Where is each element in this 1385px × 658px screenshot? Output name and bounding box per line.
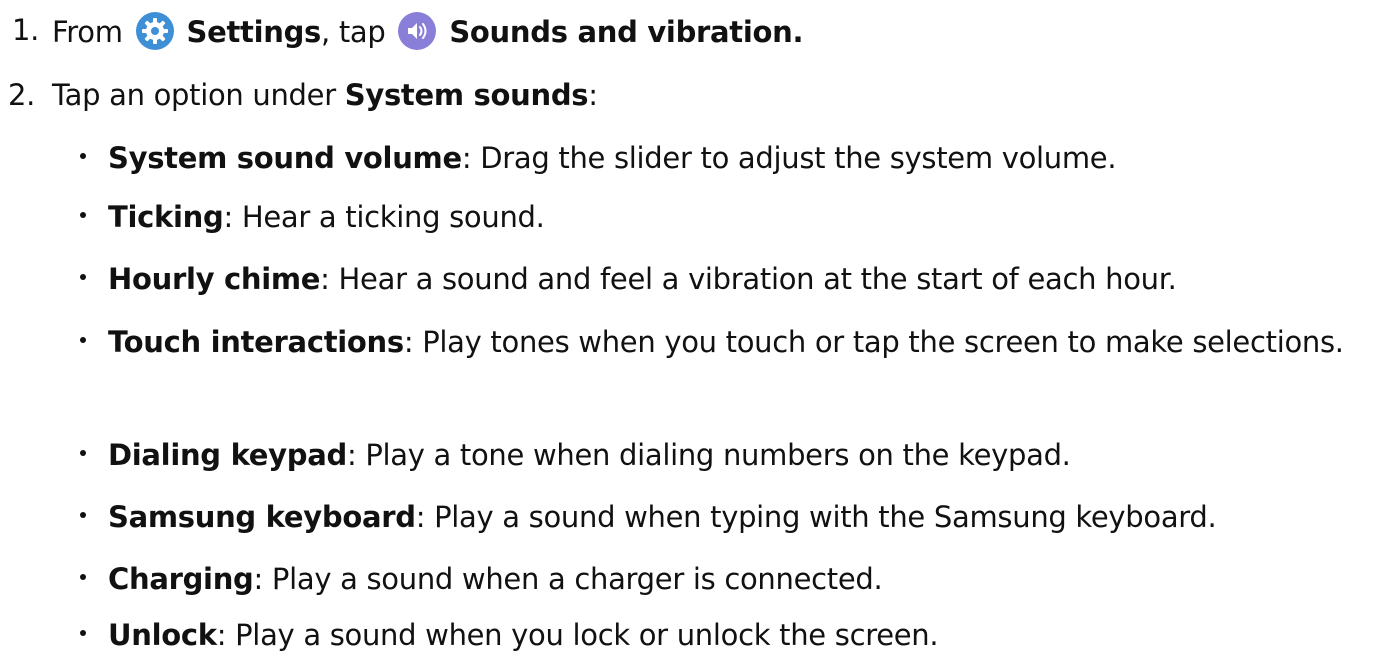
- option-description: : Drag the slider to adjust the system v…: [461, 141, 1117, 175]
- step-from-text: From: [52, 15, 123, 49]
- option-description: : Hear a ticking sound.: [223, 200, 545, 234]
- step-number: 1.: [12, 13, 40, 47]
- list-item-text: Samsung keyboard: Play a sound when typi…: [108, 499, 1368, 535]
- step-2-text: Tap an option under: [52, 78, 345, 112]
- option-term: System sound volume: [108, 141, 462, 175]
- step-2: 2. Tap an option under System sounds:: [0, 77, 1385, 117]
- step-1: 1. From Settings, tap Sounds and vibrati…: [0, 12, 1385, 52]
- option-description: : Play a sound when a charger is connect…: [253, 562, 883, 596]
- sounds-label: Sounds and vibration.: [449, 15, 804, 49]
- bullet-icon: [80, 212, 86, 218]
- option-description: : Play a sound when typing with the Sams…: [415, 500, 1217, 534]
- gear-icon: [135, 12, 174, 50]
- list-item-text: System sound volume: Drag the slider to …: [108, 140, 1368, 176]
- list-item-text: Ticking: Hear a ticking sound.: [108, 199, 1368, 235]
- bullet-icon: [80, 450, 86, 456]
- option-term: Hourly chime: [108, 262, 321, 296]
- option-description: : Play a tone when dialing numbers on th…: [346, 438, 1071, 472]
- option-description: : Play a sound when you lock or unlock t…: [216, 618, 939, 652]
- bullet-icon: [80, 630, 86, 636]
- bullet-icon: [80, 153, 86, 159]
- step-tap-text: , tap: [321, 15, 386, 49]
- list-item-text: Unlock: Play a sound when you lock or un…: [108, 617, 1368, 653]
- option-term: Charging: [108, 562, 254, 596]
- system-sounds-label: System sounds: [344, 78, 589, 112]
- option-term: Dialing keypad: [108, 438, 347, 472]
- list-item-text: Touch interactions: Play tones when you …: [108, 318, 1368, 366]
- bullet-icon: [80, 574, 86, 580]
- option-term: Ticking: [108, 200, 224, 234]
- speaker-icon: [398, 12, 437, 50]
- option-term: Touch interactions: [108, 325, 404, 359]
- list-item-text: Dialing keypad: Play a tone when dialing…: [108, 437, 1368, 473]
- bullet-icon: [80, 274, 86, 280]
- list-item-text: Hourly chime: Hear a sound and feel a vi…: [108, 261, 1368, 297]
- option-term: Unlock: [108, 618, 217, 652]
- step-text: From Settings, tap Sounds and vibration.: [52, 12, 804, 50]
- option-term: Samsung keyboard: [108, 500, 416, 534]
- option-description: : Hear a sound and feel a vibration at t…: [320, 262, 1177, 296]
- bullet-icon: [80, 512, 86, 518]
- list-item-text: Charging: Play a sound when a charger is…: [108, 561, 1368, 597]
- bullet-icon: [80, 337, 86, 343]
- settings-label: Settings: [186, 15, 322, 49]
- step-text: Tap an option under System sounds:: [52, 77, 598, 113]
- option-description: : Play tones when you touch or tap the s…: [403, 325, 1344, 359]
- step-number: 2.: [8, 78, 36, 112]
- step-2-colon: :: [588, 78, 598, 112]
